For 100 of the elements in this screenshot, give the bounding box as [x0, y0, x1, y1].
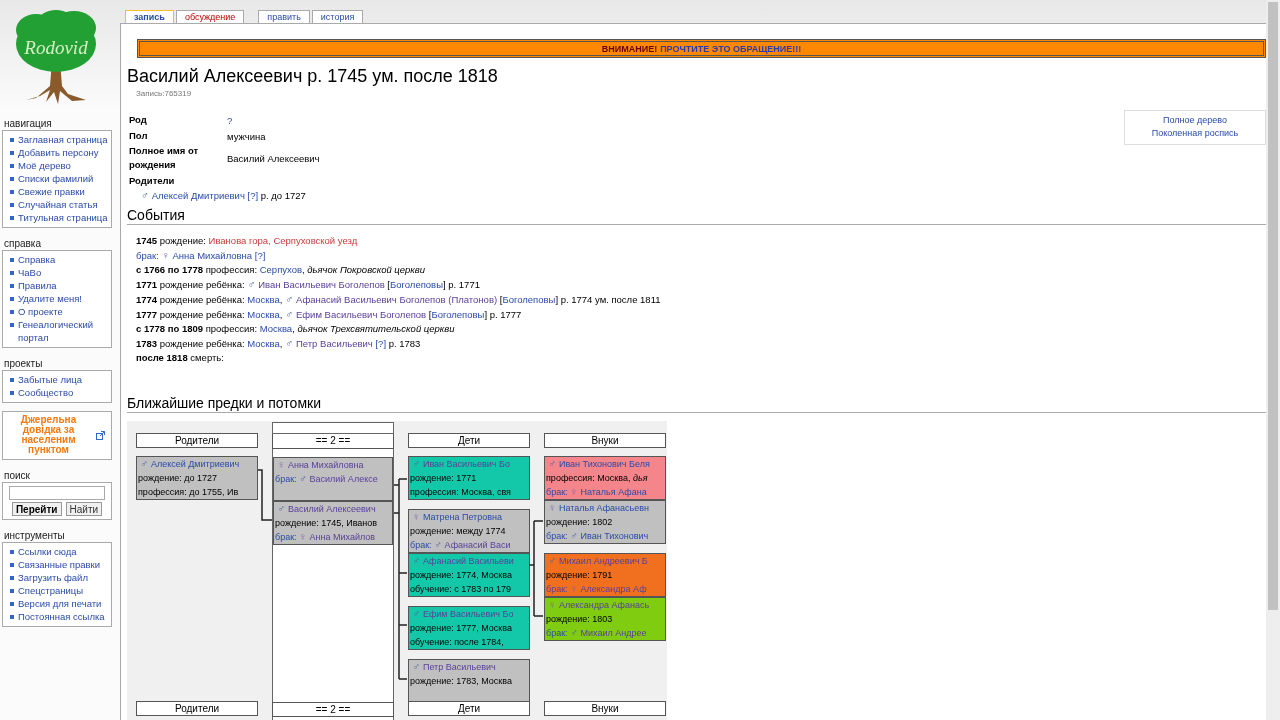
- nav-link[interactable]: Списки фамилий: [18, 172, 94, 185]
- person-card[interactable]: ♂ Афанасий Васильеви рождение: 1774, Москва обучение: с 1783 по 179: [408, 553, 530, 597]
- link[interactable]: Алексей Дмитриевич: [151, 190, 245, 201]
- link[interactable]: ?: [227, 114, 233, 126]
- nav-link[interactable]: Добавить персону: [18, 146, 99, 159]
- bullet-icon: [10, 297, 14, 301]
- bullet-icon: [10, 284, 14, 288]
- link[interactable]: Анна Михайловна: [172, 250, 253, 261]
- link[interactable]: Матрена Петровна: [422, 512, 502, 522]
- link[interactable]: [?]: [247, 190, 259, 201]
- bullet-icon: [10, 164, 14, 168]
- person-card[interactable]: ♀ Матрена Петровна рождение: между 1774 брак: ♂ Афанасий Васи: [408, 509, 530, 553]
- link[interactable]: [?]: [375, 338, 386, 349]
- scrollbar[interactable]: [1266, 0, 1280, 720]
- link[interactable]: Афанасий Васильеви: [422, 556, 514, 566]
- link[interactable]: Анна Михайлов: [309, 532, 376, 542]
- link[interactable]: Петр Васильевич: [422, 662, 496, 672]
- link[interactable]: брак:: [410, 540, 432, 550]
- nav-link[interactable]: Забытые лица: [18, 373, 82, 386]
- tree-link[interactable]: Полное дерево: [1163, 114, 1227, 127]
- link[interactable]: Афанасий Васильевич Боголепов (Платонов): [295, 294, 498, 305]
- notice-link[interactable]: ПРОЧТИТЕ ЭТО ОБРАЩЕНИЕ!!!: [660, 43, 802, 54]
- card-text: ♂ Михаил Андреевич Б: [547, 554, 649, 568]
- link[interactable]: Иван Васильевич Боголепов: [258, 279, 385, 290]
- link[interactable]: брак:: [546, 531, 568, 541]
- card-text: рождение: между 1774: [410, 525, 507, 538]
- link[interactable]: [?]: [254, 250, 266, 261]
- nav-link[interactable]: Удалите меня!: [18, 292, 82, 305]
- search-button[interactable]: Перейти: [11, 502, 62, 516]
- link[interactable]: Москва: [247, 309, 280, 320]
- link[interactable]: Алексей Дмитриевич: [150, 459, 240, 469]
- card-text: ♂ Иван Васильевич Бо: [411, 457, 511, 471]
- link[interactable]: Василий Алексе: [309, 474, 378, 484]
- link[interactable]: Боголеповы: [390, 279, 443, 290]
- person-card[interactable]: ♂ Петр Васильевич рождение: 1783, Москва: [408, 659, 530, 703]
- link[interactable]: Москва: [247, 294, 280, 305]
- nav-link[interactable]: Случайная статья: [18, 198, 98, 211]
- nav-link[interactable]: Сообщество: [18, 386, 74, 399]
- card-text: брак: ♀ Анна Михайлов: [275, 530, 377, 544]
- person-card[interactable]: ♂ Алексей Дмитриевич рождение: до 1727 профессия: до 1755, Ив: [136, 456, 258, 500]
- link[interactable]: Иван Васильевич Бо: [422, 459, 510, 469]
- page-tab[interactable]: обсуждение: [175, 10, 245, 23]
- scrollbar-thumb[interactable]: [1268, 2, 1278, 610]
- connector-line: [257, 469, 273, 521]
- nav-link[interactable]: Моё дерево: [18, 159, 71, 172]
- link[interactable]: Михаил Андрее: [580, 628, 647, 638]
- bullet-icon: [10, 589, 14, 593]
- link[interactable]: Ефим Васильевич Бо: [422, 609, 514, 619]
- person-card[interactable]: ♀ Наталья Афанасьевн рождение: 1802 брак: ♂ Иван Тихонович: [544, 500, 666, 544]
- bullet-icon: [10, 576, 14, 580]
- portlet-title: проекты: [4, 358, 44, 369]
- link[interactable]: Иван Тихонович: [580, 531, 649, 541]
- link[interactable]: Серпухов: [259, 264, 302, 275]
- person-card[interactable]: ♀ Анна Михайловна брак: ♂ Василий Алексе: [273, 457, 393, 501]
- nav-link[interactable]: Ссылки сюда: [18, 545, 77, 558]
- nav-link[interactable]: Спецстраницы: [18, 584, 84, 597]
- person-card[interactable]: ♂ Ефим Васильевич Бо рождение: 1777, Москва обучение: после 1784,: [408, 606, 530, 650]
- nav-link[interactable]: Загрузить файл: [18, 571, 88, 584]
- person-card[interactable]: ♀ Александра Афанась рождение: 1803 брак: ♂ Михаил Андрее: [544, 597, 666, 641]
- column-header: Внуки: [544, 433, 666, 448]
- nav-link[interactable]: Заглавная страница: [18, 133, 108, 146]
- search-field[interactable]: [9, 486, 105, 500]
- link[interactable]: Василий Алексеевич: [287, 504, 376, 514]
- person-card[interactable]: ♂ Иван Васильевич Бо рождение: 1771 профессия: Москва, свя: [408, 456, 530, 500]
- nav-link[interactable]: О проекте: [18, 305, 63, 318]
- nav-link[interactable]: Правила: [18, 279, 57, 292]
- link[interactable]: Анна Михайловна: [287, 460, 364, 470]
- bullet-icon: [10, 391, 14, 395]
- nav-link[interactable]: Свежие правки: [18, 185, 85, 198]
- tree-link[interactable]: Поколенная роспись: [1151, 127, 1239, 140]
- link[interactable]: брак:: [275, 532, 297, 542]
- link[interactable]: брак:: [546, 628, 568, 638]
- card-text: рождение: 1783, Москва: [410, 675, 513, 688]
- search-button[interactable]: Найти: [65, 502, 103, 516]
- nav-link[interactable]: Версия для печати: [18, 597, 102, 610]
- bullet-icon: [10, 203, 14, 207]
- card-text: профессия: Москва, дья: [546, 472, 649, 485]
- nav-link[interactable]: Генеалогический портал: [18, 318, 110, 344]
- link[interactable]: Москва: [247, 338, 280, 349]
- link[interactable]: брак:: [275, 474, 297, 484]
- link[interactable]: Афанасий Васи: [444, 540, 511, 550]
- page-tab[interactable]: править: [258, 10, 310, 23]
- link[interactable]: Александра Афанась: [558, 600, 650, 610]
- nav-link[interactable]: Титульная страница: [18, 211, 108, 224]
- bullet-icon: [10, 310, 14, 314]
- person-card[interactable]: ♂ Василий Алексеевич рождение: 1745, Иванов брак: ♀ Анна Михайлов: [273, 501, 393, 545]
- link[interactable]: Ефим Васильевич Боголепов: [295, 309, 427, 320]
- link[interactable]: брак:: [136, 250, 159, 261]
- nav-link[interactable]: ЧаВо: [18, 266, 42, 279]
- nav-link[interactable]: Связанные правки: [18, 558, 101, 571]
- section-heading: Ближайшие предки и потомки: [127, 395, 1266, 413]
- link[interactable]: Петр Васильевич: [295, 338, 373, 349]
- nav-link[interactable]: Справка: [18, 253, 56, 266]
- card-text: профессия: до 1755, Ив: [138, 486, 240, 499]
- link[interactable]: Наталья Афанасьевн: [558, 503, 649, 513]
- link[interactable]: Иванова гора, Серпуховской уезд: [208, 235, 358, 246]
- bullet-icon: [10, 258, 14, 262]
- page-tab[interactable]: история: [311, 10, 364, 23]
- nav-link[interactable]: Постоянная ссылка: [18, 610, 105, 623]
- card-text: брак: ♂ Афанасий Васи: [410, 538, 512, 552]
